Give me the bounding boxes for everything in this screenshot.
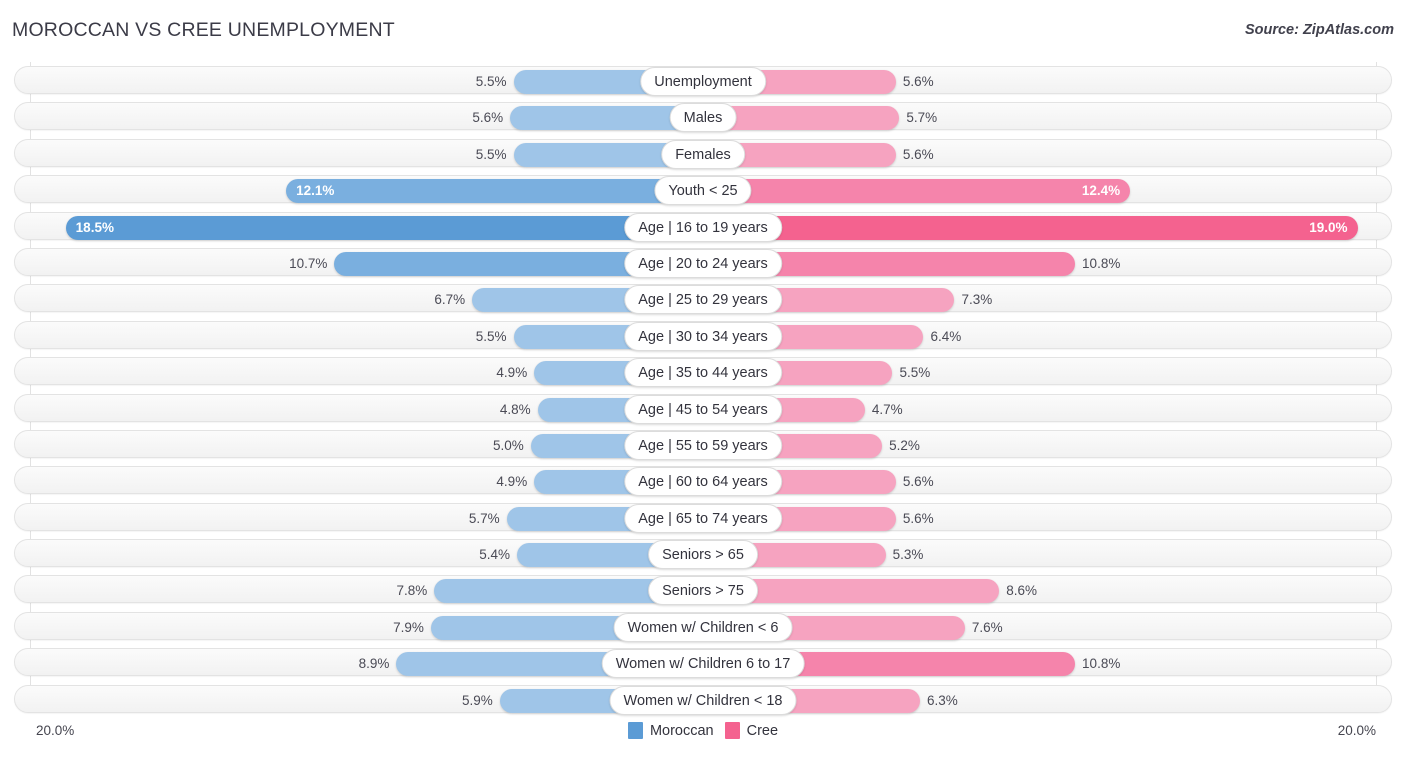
category-label[interactable]: Women w/ Children < 6	[613, 612, 793, 642]
chart-footer: 20.0% 20.0% Moroccan Cree	[0, 717, 1406, 757]
legend-swatch-cree	[724, 722, 740, 739]
bar-moroccan[interactable]	[65, 215, 703, 240]
category-label[interactable]: Age | 65 to 74 years	[624, 503, 782, 533]
category-label[interactable]: Age | 35 to 44 years	[624, 358, 782, 388]
chart-row: 12.1% 12.4% Youth < 25	[0, 171, 1406, 207]
source-label: Source: ZipAtlas.com	[1244, 22, 1394, 38]
value-label-moroccan: 10.7%	[289, 255, 328, 271]
category-label[interactable]: Seniors > 75	[648, 576, 758, 606]
bar-moroccan[interactable]	[286, 179, 703, 204]
category-label[interactable]: Unemployment	[640, 67, 766, 96]
value-label-cree: 5.5%	[899, 365, 931, 381]
value-label-cree: 10.8%	[1082, 656, 1121, 672]
chart-row: 6.7% 7.3% Age | 25 to 29 years	[0, 280, 1406, 316]
category-label[interactable]: Age | 30 to 34 years	[624, 321, 782, 351]
category-label[interactable]: Age | 25 to 29 years	[624, 285, 782, 315]
value-label-cree: 8.6%	[1006, 583, 1038, 599]
chart-row: 10.7% 10.8% Age | 20 to 24 years	[0, 244, 1406, 280]
category-label[interactable]: Age | 20 to 24 years	[624, 248, 782, 278]
chart-row: 5.5% 5.6% Unemployment	[0, 62, 1406, 98]
value-label-cree: 12.4%	[1081, 183, 1121, 199]
category-label[interactable]: Age | 16 to 19 years	[624, 212, 782, 242]
chart-root: MOROCCAN VS CREE UNEMPLOYMENT Source: Zi…	[0, 0, 1406, 757]
page-title: MOROCCAN VS CREE UNEMPLOYMENT	[12, 19, 395, 41]
value-label-moroccan: 5.6%	[472, 110, 504, 126]
value-label-cree: 6.3%	[927, 692, 958, 708]
value-label-cree: 7.6%	[971, 619, 1003, 635]
category-label[interactable]: Youth < 25	[654, 176, 752, 206]
chart-row: 5.5% 6.4% Age | 30 to 34 years	[0, 317, 1406, 353]
chart-row: 5.5% 5.6% Females	[0, 135, 1406, 171]
chart-row: 4.9% 5.6% Age | 60 to 64 years	[0, 462, 1406, 498]
value-label-moroccan: 5.5%	[475, 74, 507, 89]
value-label-cree: 4.7%	[871, 401, 903, 417]
category-label[interactable]: Women w/ Children 6 to 17	[601, 649, 805, 679]
value-label-cree: 19.0%	[1309, 219, 1348, 235]
category-label[interactable]: Age | 60 to 64 years	[624, 467, 782, 497]
value-label-moroccan: 4.8%	[499, 401, 531, 417]
value-label-moroccan: 18.5%	[75, 219, 114, 235]
chart-row: 18.5% 19.0% Age | 16 to 19 years	[0, 208, 1406, 244]
legend-item[interactable]: Cree	[724, 722, 779, 739]
value-label-cree: 5.6%	[902, 474, 934, 490]
value-label-moroccan: 4.9%	[496, 474, 528, 490]
chart-plot-area: 5.5% 5.6% Unemployment 5.6% 5.7% Males 5.5% 5.6…	[0, 62, 1406, 717]
value-label-moroccan: 4.9%	[496, 365, 528, 381]
category-label[interactable]: Males	[669, 103, 737, 133]
value-label-moroccan: 5.5%	[475, 146, 507, 162]
chart-rows: 5.5% 5.6% Unemployment 5.6% 5.7% Males 5.5% 5.6…	[0, 62, 1406, 717]
value-label-cree: 5.3%	[892, 547, 924, 563]
category-label[interactable]: Women w/ Children < 18	[609, 685, 797, 715]
bar-cree[interactable]	[703, 179, 1131, 204]
category-label[interactable]: Seniors > 65	[648, 540, 758, 570]
value-label-cree: 5.6%	[902, 74, 934, 89]
value-label-cree: 7.3%	[961, 292, 993, 308]
value-label-cree: 5.6%	[902, 510, 934, 526]
chart-row: 5.4% 5.3% Seniors > 65	[0, 535, 1406, 571]
value-label-moroccan: 6.7%	[434, 292, 466, 308]
category-label[interactable]: Age | 55 to 59 years	[624, 430, 782, 460]
value-label-moroccan: 7.9%	[393, 619, 424, 635]
chart-row: 5.7% 5.6% Age | 65 to 74 years	[0, 499, 1406, 535]
value-label-moroccan: 8.9%	[358, 656, 390, 672]
value-label-moroccan: 7.8%	[396, 583, 428, 599]
value-label-cree: 10.8%	[1082, 255, 1121, 271]
value-label-moroccan: 5.9%	[461, 692, 493, 708]
chart-row: 4.9% 5.5% Age | 35 to 44 years	[0, 353, 1406, 389]
value-label-moroccan: 5.0%	[492, 437, 524, 453]
chart-row: 5.6% 5.7% Males	[0, 98, 1406, 134]
bar-cree[interactable]	[703, 215, 1358, 240]
legend-label: Moroccan	[649, 722, 714, 739]
legend-item[interactable]: Moroccan	[627, 722, 714, 739]
chart-row: 7.9% 7.6% Women w/ Children < 6	[0, 608, 1406, 644]
value-label-cree: 5.6%	[902, 146, 934, 162]
category-label[interactable]: Age | 45 to 54 years	[624, 394, 782, 424]
legend-swatch-moroccan	[627, 722, 643, 739]
value-label-cree: 6.4%	[930, 328, 962, 344]
value-label-moroccan: 12.1%	[296, 183, 335, 199]
chart-legend: Moroccan Cree	[0, 722, 1406, 739]
value-label-cree: 5.7%	[906, 110, 938, 126]
category-label[interactable]: Females	[661, 139, 745, 169]
chart-header: MOROCCAN VS CREE UNEMPLOYMENT Source: Zi…	[0, 0, 1406, 62]
chart-row: 7.8% 8.6% Seniors > 75	[0, 571, 1406, 607]
legend-label: Cree	[746, 722, 779, 739]
chart-row: 8.9% 10.8% Women w/ Children 6 to 17	[0, 644, 1406, 680]
chart-row: 5.9% 6.3% Women w/ Children < 18	[0, 681, 1406, 717]
value-label-moroccan: 5.4%	[479, 547, 510, 563]
chart-row: 4.8% 4.7% Age | 45 to 54 years	[0, 390, 1406, 426]
value-label-moroccan: 5.5%	[475, 328, 507, 344]
value-label-cree: 5.2%	[889, 437, 920, 453]
chart-row: 5.0% 5.2% Age | 55 to 59 years	[0, 426, 1406, 462]
value-label-moroccan: 5.7%	[468, 510, 500, 526]
